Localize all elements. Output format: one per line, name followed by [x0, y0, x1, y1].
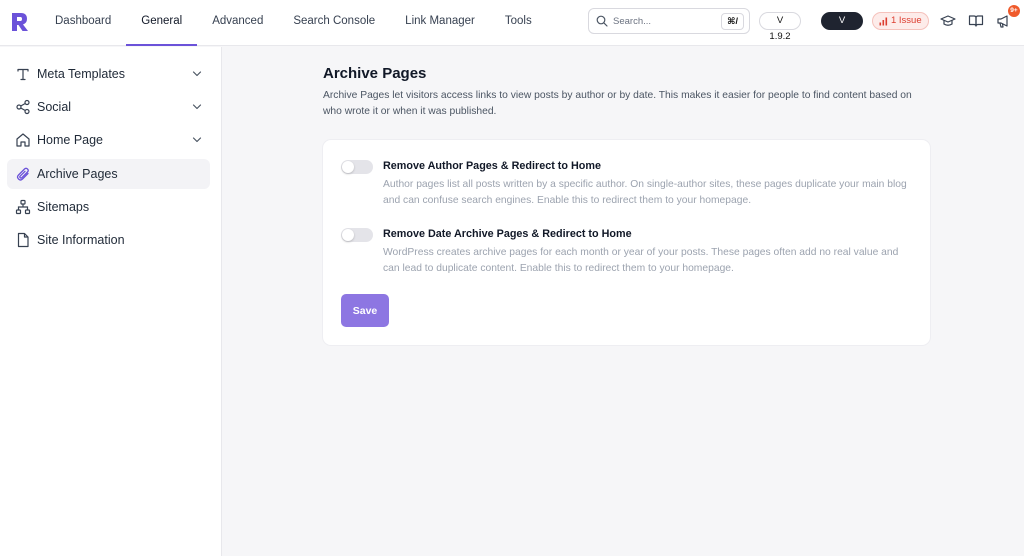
- type-icon: [17, 68, 29, 81]
- book-icon[interactable]: [968, 13, 984, 29]
- sidebar-item-sitemaps[interactable]: Sitemaps: [7, 192, 210, 222]
- version-badge-installed[interactable]: V 1.8.1: [821, 12, 863, 42]
- sidebar-item-label: Sitemaps: [37, 200, 90, 214]
- sidebar-item-label: Meta Templates: [37, 67, 126, 81]
- option-title: Remove Date Archive Pages & Redirect to …: [383, 228, 632, 240]
- author-pages-toggle[interactable]: [341, 160, 373, 174]
- search-shortcut: ⌘/: [721, 13, 744, 30]
- search-box[interactable]: ⌘/: [588, 8, 750, 34]
- nav-tools[interactable]: Tools: [490, 0, 547, 46]
- nav-advanced[interactable]: Advanced: [197, 0, 278, 46]
- notification-count: 9+: [1008, 5, 1020, 17]
- main-nav: Dashboard General Advanced Search Consol…: [40, 0, 547, 46]
- save-button[interactable]: Save: [341, 294, 389, 327]
- nav-dashboard[interactable]: Dashboard: [40, 0, 126, 46]
- chevron-down-icon[interactable]: [192, 135, 202, 145]
- sitemap-icon: [15, 199, 31, 215]
- share-icon: [16, 99, 30, 115]
- page-title: Archive Pages: [323, 65, 427, 82]
- home-icon: [16, 133, 30, 147]
- issue-count: 1 Issue: [891, 15, 922, 26]
- nav-general[interactable]: General: [126, 0, 198, 46]
- date-archives-toggle[interactable]: [341, 228, 373, 242]
- paperclip-icon: [16, 167, 29, 181]
- graduation-cap-icon[interactable]: [940, 13, 956, 29]
- chevron-down-icon[interactable]: [192, 69, 202, 79]
- file-icon: [17, 232, 29, 248]
- sidebar-item-label: Site Information: [37, 233, 125, 247]
- sidebar: Meta Templates Social Home Page Archive: [0, 47, 222, 556]
- version-badge-latest[interactable]: V 1.9.2: [759, 12, 801, 42]
- option-description: WordPress creates archive pages for each…: [383, 247, 899, 274]
- nav-search-console[interactable]: Search Console: [278, 0, 390, 46]
- sidebar-item-archive-pages[interactable]: Archive Pages: [7, 159, 210, 189]
- page-description: Archive Pages let visitors access links …: [323, 90, 912, 117]
- settings-card: Remove Author Pages & Redirect to Home A…: [323, 140, 930, 345]
- chevron-down-icon[interactable]: [192, 102, 202, 112]
- nav-link-manager[interactable]: Link Manager: [390, 0, 490, 46]
- option-description: Author pages list all posts written by a…: [383, 179, 907, 206]
- sidebar-item-social[interactable]: Social: [7, 92, 210, 122]
- sidebar-item-home-page[interactable]: Home Page: [7, 125, 210, 155]
- sidebar-item-label: Archive Pages: [37, 167, 118, 181]
- search-icon: [596, 15, 608, 27]
- sidebar-item-label: Social: [37, 100, 72, 114]
- sidebar-item-label: Home Page: [37, 133, 104, 147]
- top-bar: Dashboard General Advanced Search Consol…: [0, 0, 1024, 46]
- issue-badge[interactable]: 1 Issue: [872, 12, 929, 30]
- sidebar-item-site-information[interactable]: Site Information: [7, 225, 210, 255]
- option-title: Remove Author Pages & Redirect to Home: [383, 160, 601, 172]
- logo-icon[interactable]: [10, 11, 30, 33]
- search-input[interactable]: [613, 13, 703, 30]
- sidebar-item-meta-templates[interactable]: Meta Templates: [7, 59, 210, 89]
- signal-bars-icon: [879, 17, 888, 26]
